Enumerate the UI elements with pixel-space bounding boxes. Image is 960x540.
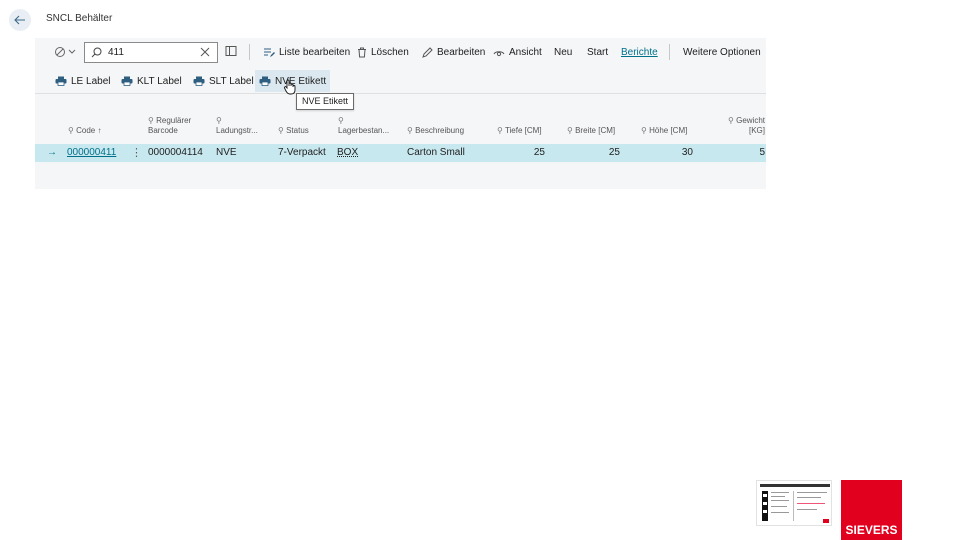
search-icon: ⚲ [497, 126, 503, 135]
reports-tab[interactable]: Berichte [621, 43, 658, 61]
edit-label: Bearbeiten [437, 46, 486, 58]
printer-icon [121, 76, 133, 86]
chevron-down-icon [68, 49, 76, 54]
column-header-beschreibung[interactable]: ⚲ Beschreibung [407, 126, 464, 136]
delete-label: Löschen [371, 46, 409, 58]
search-icon: ⚲ [68, 126, 74, 135]
label-preview-thumbnail [756, 480, 832, 526]
new-button[interactable]: Neu [554, 43, 572, 61]
filter-icon [55, 47, 65, 57]
search-icon: ⚲ [728, 116, 734, 125]
arrow-right-icon: → [47, 147, 57, 158]
cell-breite: 25 [608, 147, 620, 158]
reports-bar: LE Label KLT Label SLT Label NVE Etikett [35, 70, 766, 94]
edit-list-icon [264, 47, 275, 57]
search-box[interactable] [84, 42, 218, 63]
trash-icon [358, 47, 366, 57]
column-header-breite[interactable]: ⚲ Breite [CM] [567, 126, 615, 136]
cell-lagerbestand[interactable]: BOX [337, 147, 358, 158]
page-header: SNCL Behälter [0, 0, 960, 40]
panel-toggle-icon[interactable] [225, 45, 237, 57]
view-button[interactable]: Ansicht [493, 43, 542, 61]
start-label: Start [587, 46, 609, 58]
column-header-gewicht[interactable]: ⚲ Gewicht [KG] [723, 116, 765, 136]
list-panel: Liste bearbeiten Löschen Bearbeiten Ansi… [35, 38, 766, 189]
le-label-text: LE Label [71, 75, 111, 87]
cell-beschreibung: Carton Small [407, 147, 465, 158]
tooltip: NVE Etikett [296, 93, 355, 110]
column-header-tiefe[interactable]: ⚲ Tiefe [CM] [497, 126, 542, 136]
printer-icon [55, 76, 67, 86]
search-icon: ⚲ [216, 116, 222, 125]
delete-button[interactable]: Löschen [357, 43, 409, 61]
column-header-code[interactable]: ⚲ Code ↑ [68, 126, 101, 136]
column-header-hoehe[interactable]: ⚲ Höhe [CM] [641, 126, 687, 136]
cell-status: 7-Verpackt [278, 147, 326, 158]
klt-label-text: KLT Label [137, 75, 182, 87]
page-title: SNCL Behälter [46, 13, 113, 24]
cell-hoehe: 30 [681, 147, 693, 158]
more-options-label: Weitere Optionen [683, 46, 761, 58]
more-options-button[interactable]: Weitere Optionen [683, 43, 761, 61]
column-header-status[interactable]: ⚲ Status [278, 126, 309, 136]
arrow-left-icon [14, 15, 25, 25]
back-button[interactable] [9, 9, 31, 31]
cell-ladungstraeger: NVE [216, 147, 237, 158]
slt-label-button[interactable]: SLT Label [189, 70, 258, 92]
logo-text: SIEVERS [845, 523, 898, 537]
row-menu-icon[interactable]: ⋮ [131, 146, 142, 159]
search-icon: ⚲ [567, 126, 573, 135]
grid-header: ⚲ Code ↑ ⚲ Regulärer Barcode ⚲ Ladungstr… [35, 112, 766, 142]
cell-barcode: 0000004114 [148, 147, 203, 158]
filter-button[interactable] [54, 44, 76, 60]
pencil-icon [422, 46, 433, 58]
slt-label-text: SLT Label [209, 75, 254, 87]
search-icon: ⚲ [278, 126, 284, 135]
search-icon: ⚲ [407, 126, 413, 135]
reports-label: Berichte [621, 46, 658, 58]
cell-gewicht: 5 [759, 147, 765, 158]
hand-cursor-icon [284, 79, 296, 95]
divider [249, 44, 250, 60]
action-bar: Liste bearbeiten Löschen Bearbeiten Ansi… [35, 38, 766, 66]
search-icon: ⚲ [338, 116, 344, 125]
sievers-logo: SIEVERS [841, 480, 902, 540]
edit-list-label: Liste bearbeiten [279, 46, 351, 58]
klt-label-button[interactable]: KLT Label [117, 70, 186, 92]
cell-tiefe: 25 [533, 147, 545, 158]
search-icon: ⚲ [148, 116, 154, 125]
printer-icon [259, 76, 271, 86]
divider [669, 44, 670, 60]
new-label: Neu [554, 46, 573, 58]
search-input[interactable] [108, 47, 188, 58]
search-icon: ⚲ [641, 126, 647, 135]
label-preview-image [760, 484, 830, 523]
column-header-lagerbestand[interactable]: ⚲ Lagerbestan... [338, 116, 389, 136]
eye-icon [493, 50, 505, 56]
start-tab[interactable]: Start [587, 43, 608, 61]
cell-code[interactable]: 000000411 [67, 147, 116, 158]
view-label: Ansicht [509, 46, 542, 58]
search-icon [91, 47, 102, 58]
close-icon[interactable] [199, 46, 211, 58]
edit-button[interactable]: Bearbeiten [422, 43, 485, 61]
column-header-barcode[interactable]: ⚲ Regulärer Barcode [148, 116, 191, 136]
edit-list-button[interactable]: Liste bearbeiten [263, 43, 350, 61]
le-label-button[interactable]: LE Label [51, 70, 114, 92]
table-row[interactable]: → 000000411 ⋮ 0000004114 NVE 7-Verpackt … [35, 144, 766, 162]
printer-icon [193, 76, 205, 86]
column-header-ladungstraeger[interactable]: ⚲ Ladungstr... [216, 116, 258, 136]
